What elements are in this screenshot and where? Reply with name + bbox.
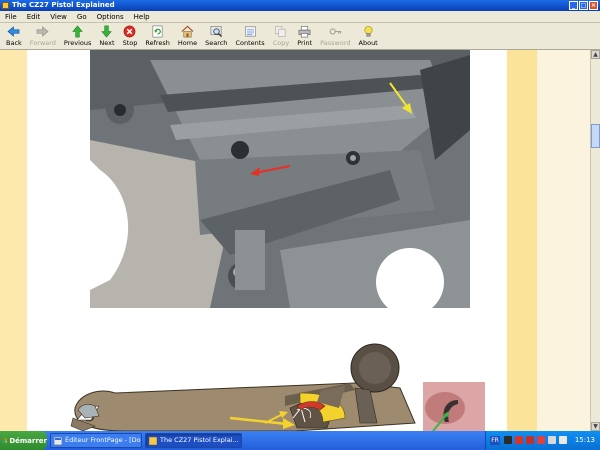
printer-icon (298, 26, 311, 38)
previous-label: Previous (63, 39, 92, 47)
menu-go[interactable]: Go (72, 13, 92, 21)
print-label: Print (297, 39, 313, 47)
next-button[interactable]: Next (95, 23, 118, 50)
stop-button[interactable]: Stop (119, 23, 142, 50)
close-button[interactable]: × (589, 1, 598, 10)
right-margin-band (507, 50, 537, 431)
security-icon[interactable] (537, 436, 545, 444)
scroll-down-arrow-icon[interactable]: ▼ (591, 422, 600, 431)
contents-icon (244, 26, 256, 37)
toolbar: Back Forward Previous Next Stop Refresh … (0, 23, 600, 50)
refresh-icon (152, 25, 163, 38)
taskbar-item-frontpage[interactable]: Éditeur FrontPage - [Do... (50, 433, 142, 448)
help-book-icon (149, 437, 157, 445)
volume-icon[interactable] (559, 436, 567, 444)
menu-bar: File Edit View Go Options Help (0, 11, 600, 23)
home-label: Home (177, 39, 198, 47)
taskbar: Démarrer Éditeur FrontPage - [Do... The … (0, 431, 600, 450)
left-margin-band (0, 50, 27, 431)
maximize-button[interactable]: □ (579, 1, 588, 10)
password-button[interactable]: Password (316, 23, 354, 50)
forward-arrow-icon (36, 26, 49, 37)
copy-button[interactable]: Copy (269, 23, 294, 50)
network-icon[interactable] (548, 436, 556, 444)
window-controls: _ □ × (569, 1, 598, 10)
menu-options[interactable]: Options (92, 13, 129, 21)
back-label: Back (6, 39, 22, 47)
home-button[interactable]: Home (174, 23, 201, 50)
title-bar: The CZ27 Pistol Explained _ □ × (0, 0, 600, 11)
menu-file[interactable]: File (0, 13, 22, 21)
antivirus-icon[interactable] (515, 436, 523, 444)
search-icon (210, 26, 222, 38)
media-icon[interactable] (526, 436, 534, 444)
vertical-scrollbar[interactable]: ▲ ▼ (590, 50, 600, 431)
language-indicator[interactable]: FR (490, 436, 500, 445)
right-outer-margin (537, 50, 590, 431)
menu-edit[interactable]: Edit (22, 13, 46, 21)
previous-button[interactable]: Previous (60, 23, 95, 50)
frontpage-icon (54, 437, 62, 445)
refresh-button[interactable]: Refresh (141, 23, 174, 50)
taskbar-item-cz27[interactable]: The CZ27 Pistol Explai... (145, 433, 242, 448)
taskbar-item-label: The CZ27 Pistol Explai... (160, 436, 239, 444)
up-arrow-icon (72, 25, 83, 38)
minimize-button[interactable]: _ (569, 1, 578, 10)
search-button[interactable]: Search (201, 23, 231, 50)
next-label: Next (99, 39, 115, 47)
forward-button[interactable]: Forward (26, 23, 60, 50)
windows-logo-icon (3, 438, 8, 443)
key-icon (329, 28, 341, 35)
about-label: About (358, 39, 378, 47)
window-title: The CZ27 Pistol Explained (12, 1, 115, 9)
menu-help[interactable]: Help (129, 13, 155, 21)
menu-view[interactable]: View (45, 13, 72, 21)
stop-label: Stop (122, 39, 138, 47)
back-button[interactable]: Back (2, 23, 26, 50)
clock[interactable]: 15:13 (575, 431, 595, 450)
monitor-icon[interactable] (504, 436, 512, 444)
start-button[interactable]: Démarrer (0, 431, 47, 450)
start-label: Démarrer (9, 436, 47, 445)
password-label: Password (320, 39, 351, 47)
stop-icon (124, 25, 136, 38)
contents-label: Contents (235, 39, 265, 47)
pistol-mechanism-photo (90, 50, 470, 308)
content-viewport[interactable] (0, 50, 590, 431)
contents-button[interactable]: Contents (231, 23, 268, 50)
back-arrow-icon (7, 26, 20, 37)
print-button[interactable]: Print (293, 23, 316, 50)
copy-label: Copy (272, 39, 290, 47)
scroll-thumb[interactable] (591, 124, 600, 148)
home-icon (181, 25, 194, 38)
system-tray: FR 15:13 (485, 431, 600, 450)
down-arrow-icon (101, 25, 113, 38)
copy-icon (275, 26, 286, 37)
forward-label: Forward (29, 39, 56, 47)
taskbar-item-label: Éditeur FrontPage - [Do... (65, 436, 142, 444)
scroll-up-arrow-icon[interactable]: ▲ (591, 50, 600, 59)
lightbulb-icon (364, 26, 373, 37)
about-button[interactable]: About (355, 23, 382, 50)
search-label: Search (205, 39, 228, 47)
hammer-detail-inset (423, 382, 485, 431)
app-icon (2, 2, 9, 9)
refresh-label: Refresh (145, 39, 170, 47)
